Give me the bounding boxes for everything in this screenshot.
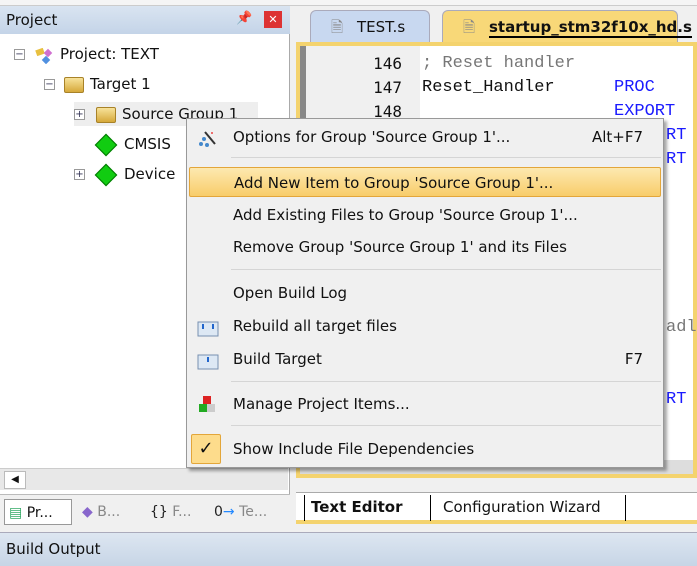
code-fragment: RT [666, 390, 687, 409]
menu-label: Show Include File Dependencies [233, 440, 475, 458]
menu-shortcut: Alt+F7 [591, 128, 643, 146]
tree-label: Project: TEXT [60, 45, 159, 63]
collapse-icon[interactable]: − [44, 79, 55, 90]
tab-functions[interactable]: {} F... [146, 499, 191, 525]
tab-configuration-wizard[interactable]: Configuration Wizard [430, 495, 626, 521]
tab-startup-file[interactable]: 🗎 startup_stm32f10x_hd.s [442, 10, 692, 44]
tab-label: Te... [239, 504, 268, 520]
menu-label: Add Existing Files to Group 'Source Grou… [233, 206, 578, 224]
code-keyword: PROC [614, 78, 655, 97]
menu-separator [231, 269, 661, 270]
tab-label: B... [97, 504, 121, 520]
tab-books[interactable]: ◆ B... [78, 499, 120, 525]
menu-item-remove-group[interactable]: Remove Group 'Source Group 1' and its Fi… [189, 232, 661, 262]
menu-label: Open Build Log [233, 284, 348, 302]
close-icon[interactable]: ✕ [264, 11, 282, 28]
line-number: 147 [373, 78, 402, 97]
tree-label: Device [124, 165, 176, 183]
menu-label: Add New Item to Group 'Source Group 1'..… [234, 174, 554, 192]
code-comment: ; Reset handler [422, 54, 576, 73]
expand-icon[interactable]: + [74, 169, 85, 180]
menu-separator [231, 157, 661, 158]
horizontal-scrollbar[interactable]: ◀ [0, 468, 288, 490]
code-fragment: adl [666, 318, 697, 337]
pin-icon[interactable]: 📌 [236, 11, 252, 26]
menu-item-open-build-log[interactable]: Open Build Log [189, 278, 661, 308]
build-icon [197, 350, 219, 370]
menu-label: Rebuild all target files [233, 317, 397, 335]
menu-label: Manage Project Items... [233, 395, 410, 413]
file-icon: 🗎 [331, 18, 344, 36]
panel-title: Project [6, 11, 58, 29]
line-number: 146 [373, 54, 402, 73]
manage-items-icon [197, 395, 217, 413]
rebuild-icon [197, 317, 219, 337]
menu-item-build-target[interactable]: Build Target F7 [189, 344, 661, 374]
folder-icon [96, 106, 116, 123]
menu-item-show-include-deps[interactable]: ✓ Show Include File Dependencies [189, 434, 661, 464]
tree-label: Target 1 [90, 75, 151, 93]
tree-item-device[interactable]: + Device [74, 162, 175, 186]
tree-item-target[interactable]: − Target 1 [44, 72, 151, 96]
menu-separator [231, 381, 661, 382]
menu-item-add-existing-files[interactable]: Add Existing Files to Group 'Source Grou… [189, 200, 661, 230]
expand-icon[interactable]: + [74, 109, 85, 120]
check-icon: ✓ [191, 434, 221, 464]
options-wand-icon [197, 128, 217, 147]
collapse-icon[interactable]: − [14, 49, 25, 60]
menu-item-options-for-group[interactable]: Options for Group 'Source Group 1'... Alt… [189, 122, 661, 152]
project-icon [34, 47, 54, 64]
build-output-title: Build Output [6, 540, 101, 558]
context-menu: Options for Group 'Source Group 1'... Alt… [186, 118, 664, 468]
code-fragment: RT [666, 126, 687, 145]
scroll-left-icon[interactable]: ◀ [4, 471, 26, 489]
tab-project[interactable]: ▤ Pr... [4, 499, 72, 525]
menu-item-add-new-item[interactable]: Add New Item to Group 'Source Group 1'..… [189, 167, 661, 197]
menu-separator [231, 425, 661, 426]
tab-label: TEST.s [357, 18, 406, 36]
component-icon [94, 163, 118, 186]
code-fragment: RT [666, 150, 687, 169]
menu-shortcut: F7 [624, 350, 643, 368]
component-icon [94, 133, 118, 156]
target-folder-icon [64, 76, 84, 93]
menu-item-rebuild-all[interactable]: Rebuild all target files [189, 311, 661, 341]
tab-test-s[interactable]: 🗎 TEST.s [310, 10, 430, 44]
code-line: Reset_Handler [422, 78, 555, 97]
tab-label: startup_stm32f10x_hd.s [489, 18, 692, 38]
tree-label: CMSIS [124, 135, 171, 153]
menu-label: Remove Group 'Source Group 1' and its Fi… [233, 238, 567, 256]
file-icon: 🗎 [463, 18, 476, 36]
build-output-header: Build Output [0, 532, 697, 566]
menu-label: Options for Group 'Source Group 1'... [233, 128, 511, 146]
tab-templates[interactable]: 0→ Te... [210, 499, 267, 525]
project-panel-header: Project 📌 ✕ [0, 6, 290, 34]
project-panel-tabs: ▤ Pr... ◆ B... {} F... 0→ Te... [0, 494, 290, 528]
tab-label: Pr... [26, 505, 53, 521]
editor-mode-tabs: Text Editor Configuration Wizard [296, 492, 697, 524]
tab-label: F... [172, 504, 192, 520]
menu-label: Build Target [233, 350, 322, 368]
tab-text-editor[interactable]: Text Editor [304, 495, 402, 521]
tree-item-cmsis[interactable]: CMSIS [94, 132, 171, 156]
tree-item-project[interactable]: − Project: TEXT [14, 42, 159, 66]
menu-item-manage-project-items[interactable]: Manage Project Items... [189, 389, 661, 419]
